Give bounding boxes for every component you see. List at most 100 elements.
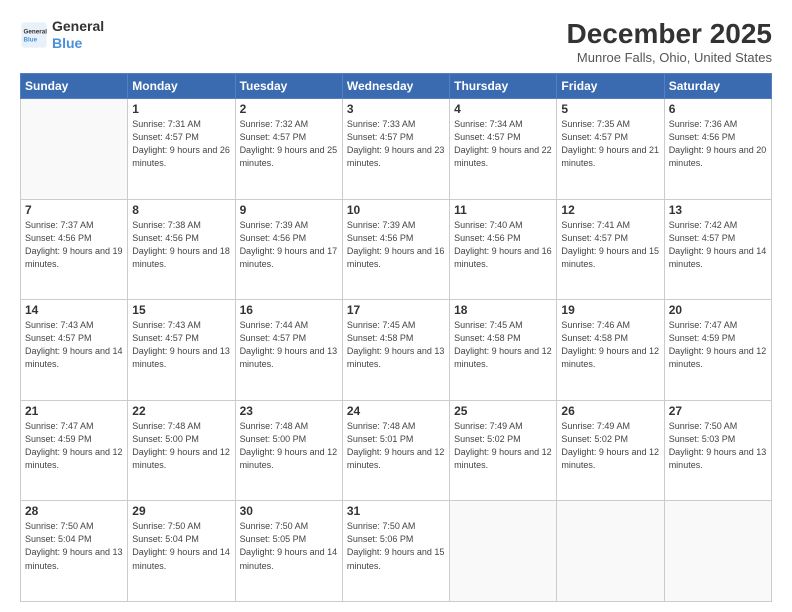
day-number: 20 [669,303,767,317]
day-info: Sunrise: 7:37 AMSunset: 4:56 PMDaylight:… [25,219,123,271]
day-number: 27 [669,404,767,418]
calendar-cell [450,501,557,602]
day-info: Sunrise: 7:38 AMSunset: 4:56 PMDaylight:… [132,219,230,271]
calendar-cell: 27 Sunrise: 7:50 AMSunset: 5:03 PMDaylig… [664,400,771,501]
calendar-cell: 10 Sunrise: 7:39 AMSunset: 4:56 PMDaylig… [342,199,449,300]
day-info: Sunrise: 7:48 AMSunset: 5:01 PMDaylight:… [347,420,445,472]
day-number: 22 [132,404,230,418]
weekday-header: Monday [128,74,235,99]
day-number: 2 [240,102,338,116]
calendar-cell: 15 Sunrise: 7:43 AMSunset: 4:57 PMDaylig… [128,300,235,401]
day-number: 3 [347,102,445,116]
logo: General Blue General Blue [20,18,104,52]
day-info: Sunrise: 7:35 AMSunset: 4:57 PMDaylight:… [561,118,659,170]
day-info: Sunrise: 7:33 AMSunset: 4:57 PMDaylight:… [347,118,445,170]
calendar-week-row: 21 Sunrise: 7:47 AMSunset: 4:59 PMDaylig… [21,400,772,501]
day-number: 16 [240,303,338,317]
calendar-cell: 28 Sunrise: 7:50 AMSunset: 5:04 PMDaylig… [21,501,128,602]
day-number: 6 [669,102,767,116]
day-info: Sunrise: 7:47 AMSunset: 4:59 PMDaylight:… [669,319,767,371]
day-number: 12 [561,203,659,217]
day-info: Sunrise: 7:50 AMSunset: 5:04 PMDaylight:… [25,520,123,572]
calendar-cell: 8 Sunrise: 7:38 AMSunset: 4:56 PMDayligh… [128,199,235,300]
calendar-header: SundayMondayTuesdayWednesdayThursdayFrid… [21,74,772,99]
logo-icon: General Blue [20,21,48,49]
calendar-cell: 11 Sunrise: 7:40 AMSunset: 4:56 PMDaylig… [450,199,557,300]
day-info: Sunrise: 7:50 AMSunset: 5:06 PMDaylight:… [347,520,445,572]
calendar-table: SundayMondayTuesdayWednesdayThursdayFrid… [20,73,772,602]
day-number: 23 [240,404,338,418]
calendar-cell: 29 Sunrise: 7:50 AMSunset: 5:04 PMDaylig… [128,501,235,602]
page: General Blue General Blue December 2025 … [0,0,792,612]
day-number: 17 [347,303,445,317]
calendar-cell: 12 Sunrise: 7:41 AMSunset: 4:57 PMDaylig… [557,199,664,300]
day-info: Sunrise: 7:43 AMSunset: 4:57 PMDaylight:… [132,319,230,371]
calendar-cell: 23 Sunrise: 7:48 AMSunset: 5:00 PMDaylig… [235,400,342,501]
day-info: Sunrise: 7:44 AMSunset: 4:57 PMDaylight:… [240,319,338,371]
weekday-row: SundayMondayTuesdayWednesdayThursdayFrid… [21,74,772,99]
day-info: Sunrise: 7:46 AMSunset: 4:58 PMDaylight:… [561,319,659,371]
day-info: Sunrise: 7:45 AMSunset: 4:58 PMDaylight:… [347,319,445,371]
header: General Blue General Blue December 2025 … [20,18,772,65]
day-info: Sunrise: 7:43 AMSunset: 4:57 PMDaylight:… [25,319,123,371]
calendar-cell: 19 Sunrise: 7:46 AMSunset: 4:58 PMDaylig… [557,300,664,401]
day-info: Sunrise: 7:47 AMSunset: 4:59 PMDaylight:… [25,420,123,472]
weekday-header: Tuesday [235,74,342,99]
day-number: 4 [454,102,552,116]
day-number: 30 [240,504,338,518]
day-number: 13 [669,203,767,217]
day-info: Sunrise: 7:39 AMSunset: 4:56 PMDaylight:… [240,219,338,271]
svg-text:General: General [24,28,48,35]
calendar-cell: 22 Sunrise: 7:48 AMSunset: 5:00 PMDaylig… [128,400,235,501]
calendar-cell: 5 Sunrise: 7:35 AMSunset: 4:57 PMDayligh… [557,99,664,200]
calendar-cell [664,501,771,602]
calendar-week-row: 7 Sunrise: 7:37 AMSunset: 4:56 PMDayligh… [21,199,772,300]
day-info: Sunrise: 7:50 AMSunset: 5:03 PMDaylight:… [669,420,767,472]
day-number: 26 [561,404,659,418]
calendar-cell: 13 Sunrise: 7:42 AMSunset: 4:57 PMDaylig… [664,199,771,300]
main-title: December 2025 [567,18,772,50]
calendar-cell: 2 Sunrise: 7:32 AMSunset: 4:57 PMDayligh… [235,99,342,200]
day-number: 7 [25,203,123,217]
day-info: Sunrise: 7:41 AMSunset: 4:57 PMDaylight:… [561,219,659,271]
day-number: 15 [132,303,230,317]
day-info: Sunrise: 7:48 AMSunset: 5:00 PMDaylight:… [240,420,338,472]
weekday-header: Thursday [450,74,557,99]
calendar-cell: 16 Sunrise: 7:44 AMSunset: 4:57 PMDaylig… [235,300,342,401]
day-info: Sunrise: 7:50 AMSunset: 5:05 PMDaylight:… [240,520,338,572]
day-info: Sunrise: 7:40 AMSunset: 4:56 PMDaylight:… [454,219,552,271]
calendar-body: 1 Sunrise: 7:31 AMSunset: 4:57 PMDayligh… [21,99,772,602]
day-number: 5 [561,102,659,116]
logo-text: General Blue [52,18,104,52]
day-info: Sunrise: 7:49 AMSunset: 5:02 PMDaylight:… [561,420,659,472]
calendar-cell [557,501,664,602]
calendar-cell: 9 Sunrise: 7:39 AMSunset: 4:56 PMDayligh… [235,199,342,300]
day-number: 19 [561,303,659,317]
calendar-cell: 18 Sunrise: 7:45 AMSunset: 4:58 PMDaylig… [450,300,557,401]
calendar-cell: 1 Sunrise: 7:31 AMSunset: 4:57 PMDayligh… [128,99,235,200]
calendar-cell: 17 Sunrise: 7:45 AMSunset: 4:58 PMDaylig… [342,300,449,401]
calendar-week-row: 28 Sunrise: 7:50 AMSunset: 5:04 PMDaylig… [21,501,772,602]
day-number: 18 [454,303,552,317]
calendar-cell: 4 Sunrise: 7:34 AMSunset: 4:57 PMDayligh… [450,99,557,200]
day-number: 21 [25,404,123,418]
subtitle: Munroe Falls, Ohio, United States [567,50,772,65]
day-number: 25 [454,404,552,418]
day-number: 10 [347,203,445,217]
day-number: 9 [240,203,338,217]
calendar-cell: 31 Sunrise: 7:50 AMSunset: 5:06 PMDaylig… [342,501,449,602]
day-number: 24 [347,404,445,418]
calendar-cell: 3 Sunrise: 7:33 AMSunset: 4:57 PMDayligh… [342,99,449,200]
svg-text:Blue: Blue [24,36,38,43]
calendar-cell: 14 Sunrise: 7:43 AMSunset: 4:57 PMDaylig… [21,300,128,401]
calendar-cell: 24 Sunrise: 7:48 AMSunset: 5:01 PMDaylig… [342,400,449,501]
calendar-cell [21,99,128,200]
calendar-week-row: 1 Sunrise: 7:31 AMSunset: 4:57 PMDayligh… [21,99,772,200]
day-number: 29 [132,504,230,518]
day-number: 14 [25,303,123,317]
weekday-header: Friday [557,74,664,99]
day-number: 31 [347,504,445,518]
calendar-cell: 20 Sunrise: 7:47 AMSunset: 4:59 PMDaylig… [664,300,771,401]
title-block: December 2025 Munroe Falls, Ohio, United… [567,18,772,65]
day-info: Sunrise: 7:34 AMSunset: 4:57 PMDaylight:… [454,118,552,170]
